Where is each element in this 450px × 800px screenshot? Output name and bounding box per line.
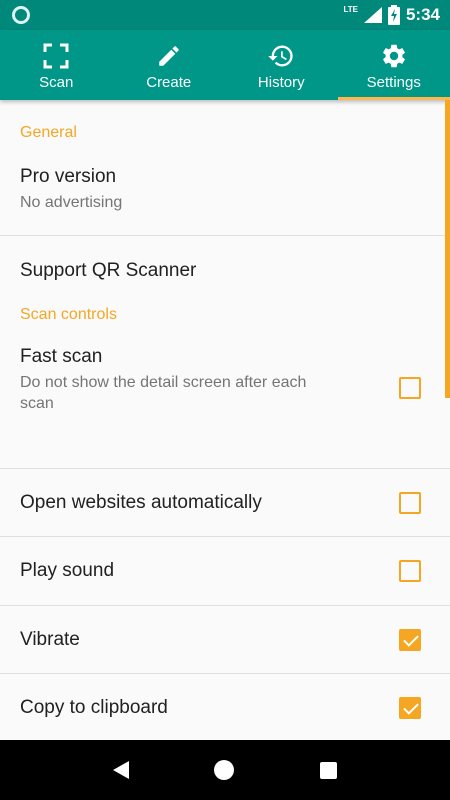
section-header-general: General [20, 124, 77, 141]
vibrate-checkbox[interactable] [399, 628, 421, 651]
pref-play-sound-texts: Play sound [20, 560, 430, 582]
status-bar: LTE 5:34 [0, 0, 450, 30]
gear-icon [380, 42, 408, 70]
back-icon[interactable] [112, 761, 129, 779]
tab-history-label: History [257, 74, 305, 91]
pref-pro-version-title: Pro version [20, 166, 117, 187]
signal-icon [363, 7, 382, 23]
pref-open-websites-title: Open websites automatically [20, 491, 262, 513]
pref-copy-clipboard[interactable]: Copy to clipboard [0, 674, 450, 740]
pref-pro-version[interactable]: Pro version No advertising [0, 158, 450, 236]
pref-fast-scan-title: Fast scan [20, 346, 103, 367]
pref-copy-clipboard-texts: Copy to clipboard [20, 697, 430, 719]
tab-create[interactable]: Create [113, 30, 226, 100]
pref-support[interactable]: Support QR Scanner [0, 236, 450, 306]
tab-history[interactable]: History [225, 30, 338, 100]
pref-support-texts: Support QR Scanner [20, 260, 430, 282]
settings-list: General Pro version No advertising Suppo… [0, 100, 450, 740]
pref-open-websites-texts: Open websites automatically [20, 492, 430, 514]
pref-vibrate-texts: Vibrate [20, 629, 430, 651]
tab-settings-label: Settings [366, 74, 421, 91]
open-websites-checkbox[interactable] [399, 491, 421, 514]
tab-bar: Scan Create History Settings [0, 30, 450, 100]
scrollbar-thumb[interactable] [445, 100, 450, 398]
pref-copy-clipboard-title: Copy to clipboard [20, 696, 168, 718]
system-nav-bar [0, 740, 450, 800]
pref-vibrate-title: Vibrate [20, 628, 80, 650]
tab-settings[interactable]: Settings [337, 30, 450, 100]
pref-fast-scan-texts: Fast scan Do not show the detail screen … [20, 346, 430, 414]
recents-icon[interactable] [320, 761, 338, 779]
network-type-label: LTE [343, 4, 358, 14]
copy-clipboard-checkbox[interactable] [399, 696, 421, 719]
status-right: LTE 5:34 [343, 0, 440, 30]
pref-pro-version-texts: Pro version No advertising [20, 166, 430, 213]
battery-icon [387, 5, 400, 25]
history-icon [267, 42, 295, 70]
pref-fast-scan-summary: Do not show the detail screen after each… [20, 374, 307, 412]
pref-play-sound[interactable]: Play sound [0, 537, 450, 606]
pref-support-title: Support QR Scanner [20, 260, 197, 281]
play-sound-checkbox[interactable] [399, 560, 421, 582]
tab-scan[interactable]: Scan [0, 30, 113, 100]
pref-open-websites[interactable]: Open websites automatically [0, 469, 450, 537]
fast-scan-checkbox[interactable] [399, 377, 421, 399]
tab-scan-label: Scan [39, 74, 74, 91]
pref-pro-version-summary: No advertising [20, 194, 123, 211]
tab-create-label: Create [146, 74, 192, 91]
pref-play-sound-title: Play sound [20, 560, 115, 581]
pref-fast-scan[interactable]: Fast scan Do not show the detail screen … [0, 344, 450, 469]
clock: 5:34 [405, 5, 440, 24]
app-notification-icon [12, 6, 30, 24]
scan-frame-icon [42, 42, 70, 70]
section-header-scan-controls: Scan controls [20, 306, 117, 323]
home-icon[interactable] [214, 760, 235, 780]
pref-vibrate[interactable]: Vibrate [0, 606, 450, 674]
pencil-icon [155, 42, 183, 70]
